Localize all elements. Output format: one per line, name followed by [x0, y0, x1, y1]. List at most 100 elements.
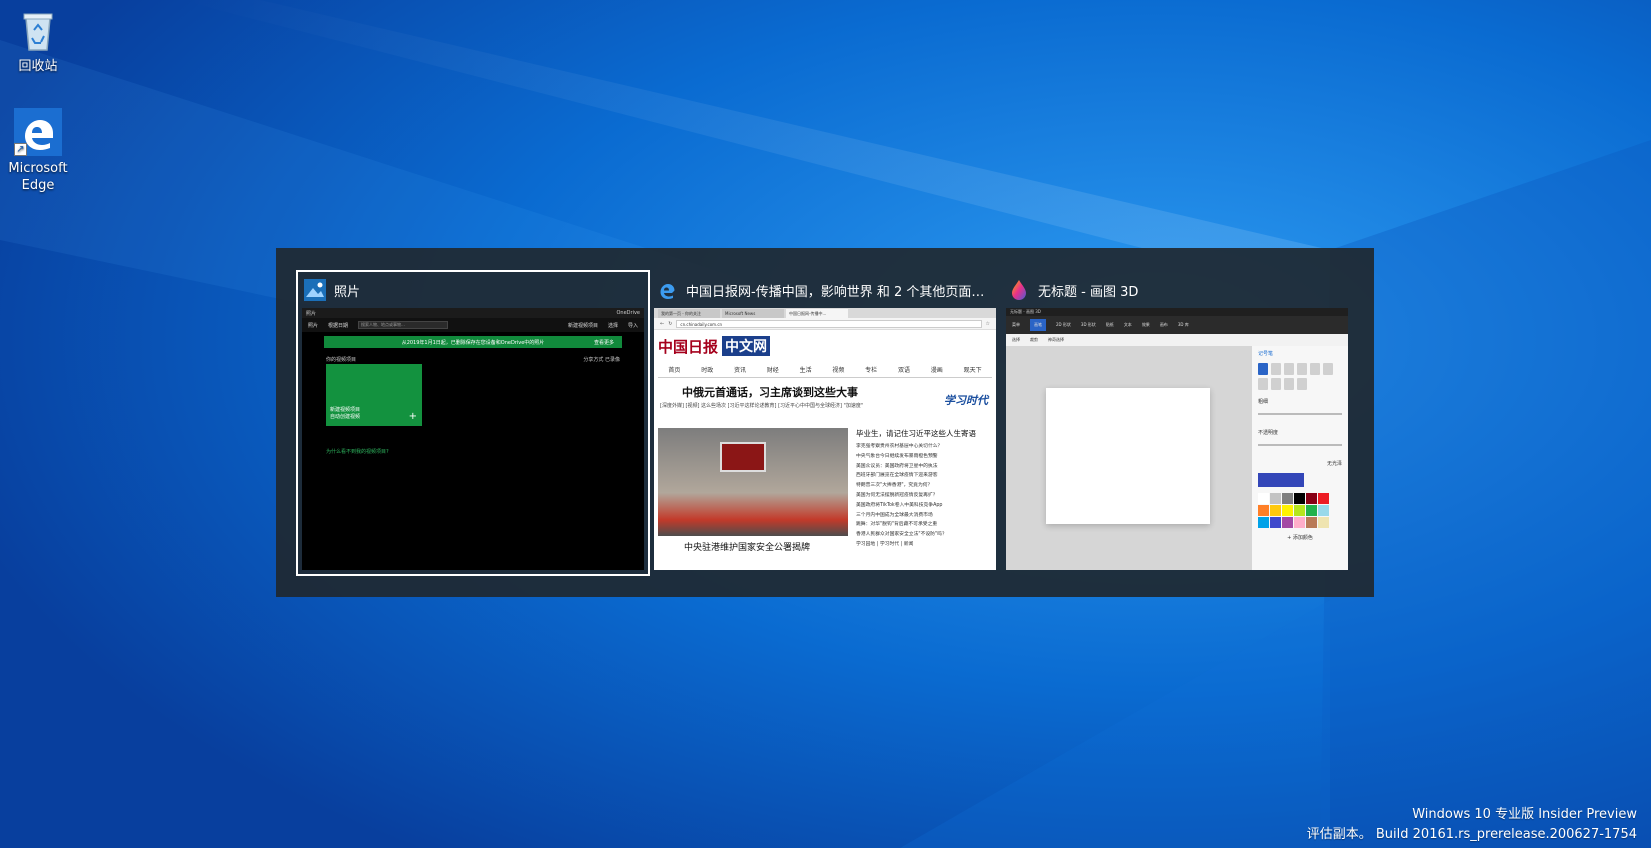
- thumb-thickness-label: 粗细: [1258, 399, 1269, 405]
- thumb-photo-caption: 中央驻港维护国家安全公署揭牌: [684, 543, 811, 553]
- thumb-nav-item: 财经: [766, 367, 779, 374]
- list-item: 西班牙部门展览在全球疫情下迎来游客: [856, 473, 938, 479]
- thumb-nav-item: 时政: [701, 367, 714, 374]
- thumb-browser-tab: 中国日报网-传播中...: [786, 309, 848, 318]
- color-swatch: [1306, 505, 1317, 516]
- thumb-ribbon-item: 3D 形状: [1080, 322, 1096, 327]
- back-icon: ←: [660, 320, 665, 327]
- shortcut-arrow-icon: ↗: [14, 143, 27, 156]
- window-tile-header: 照片: [304, 278, 360, 302]
- thumb-banner-text: 从2019年1月1日起，已删除保存在您设备和OneDrive中的照片: [401, 339, 545, 346]
- paint3d-app-icon: [1012, 280, 1026, 300]
- list-item: 三个月内中国成为全球最大消费市场: [856, 512, 933, 518]
- recycle-bin-icon: [14, 6, 62, 54]
- thumb-banner-action: 查看更多: [593, 339, 614, 346]
- marker-icon: [1258, 363, 1268, 375]
- thumb-ribbon: 菜单 画笔 2D 形状 3D 形状 贴纸 文本 效果 画布 3D 库: [1006, 316, 1348, 334]
- thumb-current-color: [1258, 473, 1304, 487]
- watercolor-icon: [1297, 363, 1307, 375]
- desktop-icon-edge[interactable]: ↗ Microsoft Edge: [0, 108, 76, 194]
- thumb-subtoolbar: 选择 裁剪 神奇选择: [1006, 334, 1348, 346]
- thumb-banner: 从2019年1月1日起，已删除保存在您设备和OneDrive中的照片 查看更多: [324, 336, 622, 348]
- thumb-titlebar: 照片 OneDrive: [302, 308, 644, 318]
- thumb-finish-label: 无光泽: [1326, 461, 1342, 467]
- thumb-ribbon-item: 2D 形状: [1056, 322, 1071, 327]
- thumb-toolbar-item: 选择: [607, 322, 618, 329]
- star-icon: ☆: [985, 320, 990, 327]
- color-swatch: [1294, 517, 1305, 528]
- color-swatch: [1282, 505, 1293, 516]
- window-title: 照片: [334, 284, 361, 300]
- desktop-icon-label: 回收站: [18, 59, 58, 74]
- thumb-ribbon-item: 3D 库: [1177, 322, 1189, 327]
- thumb-titlebar-right: OneDrive: [616, 310, 640, 316]
- thumb-toolbar: 照片 根据日期 搜索人物、地点或事物... 新建视频项目 选择 导入: [302, 318, 644, 332]
- thumb-nav-item: 生活: [799, 367, 812, 374]
- thumb-ribbon-item: 贴纸: [1105, 322, 1114, 327]
- thumb-ribbon-item: 画布: [1159, 322, 1168, 327]
- thumb-toolbar-item: 新建视频项目: [567, 322, 598, 329]
- thumb-ribbon-item: 画笔: [1030, 319, 1046, 331]
- pen-icon: [1271, 363, 1281, 375]
- thumb-news-photo: [658, 428, 848, 536]
- thumb-ribbon-item: 效果: [1141, 322, 1150, 327]
- thumb-toolbar-item: 根据日期: [328, 322, 349, 329]
- thumb-thickness-slider: [1258, 413, 1342, 415]
- edge-app-icon: [660, 284, 675, 299]
- thumb-section-header: 你的视频项目 分享方式 已录像: [326, 356, 620, 363]
- list-item: 跳舞：对华"脱钩"背后藏不可承受之重: [856, 522, 938, 528]
- color-swatch: [1258, 493, 1269, 504]
- color-swatch: [1270, 505, 1281, 516]
- color-swatch: [1282, 517, 1293, 528]
- thumb-address-field: cn.chinadaily.com.cn: [676, 319, 982, 328]
- list-item: 美国政府将TikTok卷入中美科技竞争App: [856, 502, 943, 508]
- window-tile-photos[interactable]: 照片 照片 OneDrive 照片 根据日期 搜索人物、地点或事物... 新建视…: [296, 270, 650, 576]
- fill-icon: [1297, 378, 1307, 390]
- thumb-titlebar: 无标题 - 画图 3D: [1006, 308, 1348, 316]
- thumb-browser-tabs: 我的第一页 - 你的关注 Microsoft News 中国日报网-传播中...: [654, 308, 996, 318]
- thumb-canvas-area: [1006, 346, 1252, 570]
- thumb-side-panel: 记号笔 粗细 不透明度 无光泽 + 添加颜色: [1252, 346, 1348, 570]
- thumb-nav-item: 专栏: [865, 367, 878, 374]
- window-thumbnail-edge: 我的第一页 - 你的关注 Microsoft News 中国日报网-传播中...…: [654, 308, 996, 570]
- thumb-browser-tab: Microsoft News: [722, 309, 784, 318]
- thumb-nav-item: 观天下: [963, 367, 982, 374]
- color-swatch: [1306, 517, 1317, 528]
- window-title: 无标题 - 画图 3D: [1038, 284, 1139, 300]
- color-swatch: [1294, 493, 1305, 504]
- thumb-ribbon-item: 菜单: [1012, 322, 1020, 327]
- window-tile-edge[interactable]: 中国日报网-传播中国，影响世界 和 2 个其他页面 -... 我的第一页 - 你…: [650, 272, 1000, 574]
- thumb-opacity-slider: [1258, 444, 1342, 446]
- thumb-nav-item: 首页: [668, 367, 681, 374]
- color-swatch: [1306, 493, 1317, 504]
- thumb-add-color-label: 添加颜色: [1292, 535, 1313, 541]
- thumb-card-subtitle: 自动创建视频: [330, 414, 361, 420]
- thumb-site-header: 中国日报 中文网: [654, 330, 996, 362]
- thumb-sub-item: 神奇选择: [1048, 337, 1064, 342]
- window-tile-paint3d[interactable]: 无标题 - 画图 3D 无标题 - 画图 3D 菜单 画笔 2D 形状 3D 形…: [1002, 272, 1352, 574]
- thumb-sub-item: 选择: [1012, 337, 1020, 342]
- list-item: 美国众议员：美国政府将卫星中的执法: [856, 463, 938, 469]
- thumb-card-title: 新建视频项目: [330, 407, 361, 413]
- thumb-photo-plaque: [720, 442, 766, 472]
- color-swatch: [1270, 517, 1281, 528]
- thumb-ribbon-item: 文本: [1123, 322, 1132, 327]
- window-tile-header: 中国日报网-传播中国，影响世界 和 2 个其他页面 -...: [656, 278, 986, 302]
- build-watermark-line2: 评估副本。 Build 20161.rs_prerelease.200627-1…: [1306, 827, 1637, 842]
- thumb-nav-item: 双语: [897, 367, 910, 374]
- thumb-section-right: 分享方式 已录像: [583, 357, 620, 363]
- list-item: 学习园地 | 学习时代 | 新闻: [856, 541, 914, 547]
- window-title: 中国日报网-传播中国，影响世界 和 2 个其他页面 -...: [686, 284, 986, 300]
- list-item: 中央气象台今日继续发布暴雨橙色预警: [856, 453, 938, 459]
- thumb-help-link: 为什么看不到我的视频项目?: [326, 449, 389, 455]
- crayon-icon: [1271, 378, 1281, 390]
- thumb-toolbar-item: 导入: [627, 322, 638, 329]
- thumb-browser-tab: 我的第一页 - 你的关注: [658, 309, 720, 318]
- thumb-nav-item: 资讯: [733, 367, 746, 374]
- spray-can-icon: [1284, 378, 1294, 390]
- build-watermark-line1: Windows 10 专业版 Insider Preview: [1412, 807, 1637, 822]
- task-switcher: 照片 照片 OneDrive 照片 根据日期 搜索人物、地点或事物... 新建视…: [276, 248, 1374, 597]
- thumb-search-placeholder: 搜索人物、地点或事物...: [361, 322, 405, 327]
- desktop-icon-recycle-bin[interactable]: 回收站: [0, 6, 76, 75]
- thumb-sub-item: 裁剪: [1030, 337, 1038, 342]
